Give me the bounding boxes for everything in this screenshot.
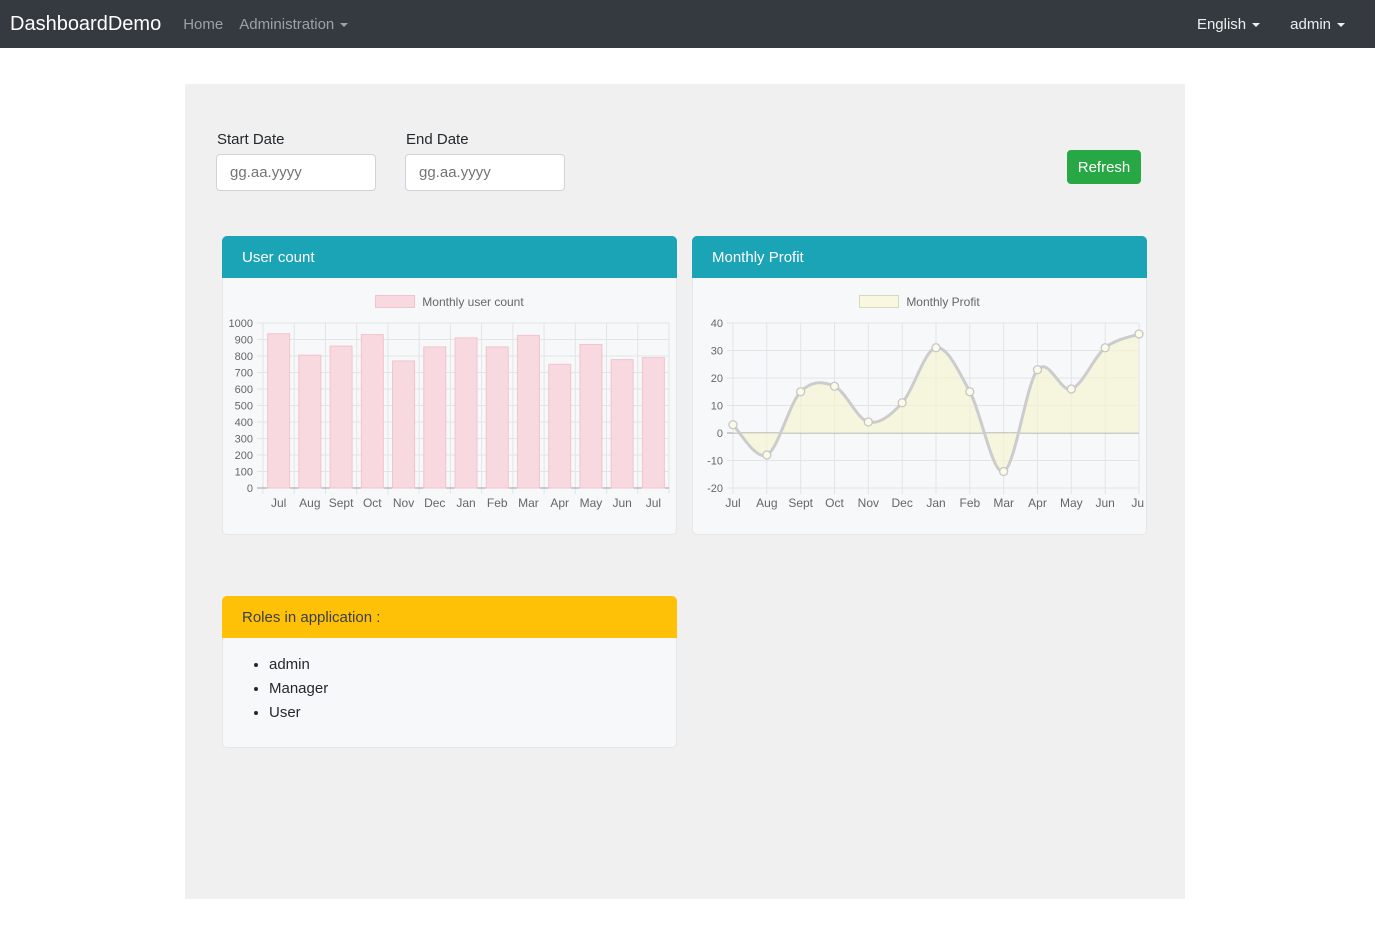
refresh-button[interactable]: Refresh bbox=[1067, 150, 1141, 184]
svg-text:Sept: Sept bbox=[329, 496, 354, 510]
roles-panel-header: Roles in application : bbox=[222, 596, 677, 638]
legend-label: Monthly user count bbox=[422, 295, 523, 309]
svg-text:Sept: Sept bbox=[788, 496, 813, 510]
start-date-label: Start Date bbox=[217, 131, 285, 148]
role-item: admin bbox=[269, 656, 676, 673]
user-dropdown[interactable]: admin bbox=[1290, 16, 1345, 33]
svg-text:Jul: Jul bbox=[725, 496, 740, 510]
chevron-down-icon bbox=[1337, 23, 1345, 27]
svg-text:May: May bbox=[580, 496, 603, 510]
chevron-down-icon bbox=[1252, 23, 1260, 27]
nav-left: Home Administration bbox=[183, 16, 348, 33]
svg-text:800: 800 bbox=[235, 351, 253, 363]
svg-text:1000: 1000 bbox=[229, 318, 253, 330]
roles-panel-body: admin Manager User bbox=[223, 656, 676, 721]
monthly-profit-panel-body: Monthly Profit -20 -10 0 10 20 30 40 Jul Aug Sept… bbox=[693, 294, 1146, 520]
monthly-profit-legend: Monthly Profit bbox=[693, 294, 1146, 309]
screen: DashboardDemo Home Administration Englis… bbox=[0, 0, 1375, 932]
svg-text:Jul: Jul bbox=[1131, 496, 1144, 510]
start-date-input[interactable] bbox=[216, 154, 376, 191]
svg-text:May: May bbox=[1060, 496, 1083, 510]
user-count-bar-chart: 0 100 200 300 400 500 600 700 800 900 1000 Jul Aug Se… bbox=[225, 314, 674, 520]
language-dropdown[interactable]: English bbox=[1197, 16, 1260, 33]
role-item: Manager bbox=[269, 680, 676, 697]
nav-item-administration-label: Administration bbox=[239, 16, 334, 33]
roles-panel: Roles in application : admin Manager Use… bbox=[222, 596, 677, 748]
svg-text:0: 0 bbox=[717, 428, 723, 440]
svg-text:-10: -10 bbox=[707, 456, 723, 468]
svg-text:700: 700 bbox=[235, 368, 253, 380]
nav-right: English admin bbox=[1197, 16, 1345, 33]
svg-text:Feb: Feb bbox=[487, 496, 508, 510]
svg-text:400: 400 bbox=[235, 417, 253, 429]
svg-text:30: 30 bbox=[711, 346, 723, 358]
user-count-panel-title: User count bbox=[242, 249, 315, 266]
svg-text:Dec: Dec bbox=[424, 496, 445, 510]
svg-text:Jun: Jun bbox=[612, 496, 631, 510]
svg-text:0: 0 bbox=[247, 483, 253, 495]
user-count-panel: User count Monthly user count 0 100 200 300… bbox=[222, 236, 677, 535]
monthly-profit-panel-header: Monthly Profit bbox=[692, 236, 1147, 278]
monthly-profit-line-chart: -20 -10 0 10 20 30 40 Jul Aug Sept Oct Nov Dec Jan Feb… bbox=[695, 314, 1144, 520]
svg-text:20: 20 bbox=[711, 373, 723, 385]
svg-text:Nov: Nov bbox=[858, 496, 879, 510]
svg-text:Apr: Apr bbox=[1028, 496, 1047, 510]
legend-swatch bbox=[375, 295, 415, 308]
user-count-panel-body: Monthly user count 0 100 200 300 400 500 600 70… bbox=[223, 294, 676, 520]
svg-text:10: 10 bbox=[711, 401, 723, 413]
svg-text:100: 100 bbox=[235, 467, 253, 479]
roles-panel-title: Roles in application : bbox=[242, 609, 380, 626]
svg-text:Mar: Mar bbox=[518, 496, 539, 510]
chevron-down-icon bbox=[340, 23, 348, 27]
user-count-panel-header: User count bbox=[222, 236, 677, 278]
svg-text:Jul: Jul bbox=[271, 496, 286, 510]
svg-text:Aug: Aug bbox=[299, 496, 320, 510]
nav-item-home[interactable]: Home bbox=[183, 16, 223, 33]
svg-text:Oct: Oct bbox=[363, 496, 382, 510]
svg-text:Jun: Jun bbox=[1095, 496, 1114, 510]
svg-text:Dec: Dec bbox=[891, 496, 912, 510]
svg-text:Jul: Jul bbox=[646, 496, 661, 510]
svg-text:Jan: Jan bbox=[926, 496, 945, 510]
roles-list: admin Manager User bbox=[223, 656, 676, 721]
svg-text:Nov: Nov bbox=[393, 496, 414, 510]
username-label: admin bbox=[1290, 16, 1331, 33]
svg-text:Aug: Aug bbox=[756, 496, 777, 510]
svg-text:Oct: Oct bbox=[825, 496, 844, 510]
svg-text:-20: -20 bbox=[707, 483, 723, 495]
svg-text:500: 500 bbox=[235, 401, 253, 413]
role-item: User bbox=[269, 704, 676, 721]
svg-text:Apr: Apr bbox=[550, 496, 569, 510]
end-date-label: End Date bbox=[406, 131, 469, 148]
svg-text:600: 600 bbox=[235, 384, 253, 396]
monthly-profit-panel: Monthly Profit Monthly Profit -20 -10 0 10 2… bbox=[692, 236, 1147, 535]
navbar: DashboardDemo Home Administration Englis… bbox=[0, 0, 1375, 48]
language-label: English bbox=[1197, 16, 1246, 33]
svg-text:300: 300 bbox=[235, 434, 253, 446]
nav-item-administration[interactable]: Administration bbox=[239, 16, 348, 33]
legend-swatch bbox=[859, 295, 899, 308]
monthly-profit-panel-title: Monthly Profit bbox=[712, 249, 804, 266]
svg-text:200: 200 bbox=[235, 450, 253, 462]
svg-text:Jan: Jan bbox=[456, 496, 475, 510]
end-date-input[interactable] bbox=[405, 154, 565, 191]
svg-text:900: 900 bbox=[235, 335, 253, 347]
content-container: Start Date End Date Refresh User count M… bbox=[185, 84, 1185, 899]
user-count-legend: Monthly user count bbox=[223, 294, 676, 309]
svg-text:Feb: Feb bbox=[959, 496, 980, 510]
svg-text:Mar: Mar bbox=[993, 496, 1014, 510]
brand-link[interactable]: DashboardDemo bbox=[10, 13, 161, 36]
svg-text:40: 40 bbox=[711, 318, 723, 330]
legend-label: Monthly Profit bbox=[906, 295, 979, 309]
